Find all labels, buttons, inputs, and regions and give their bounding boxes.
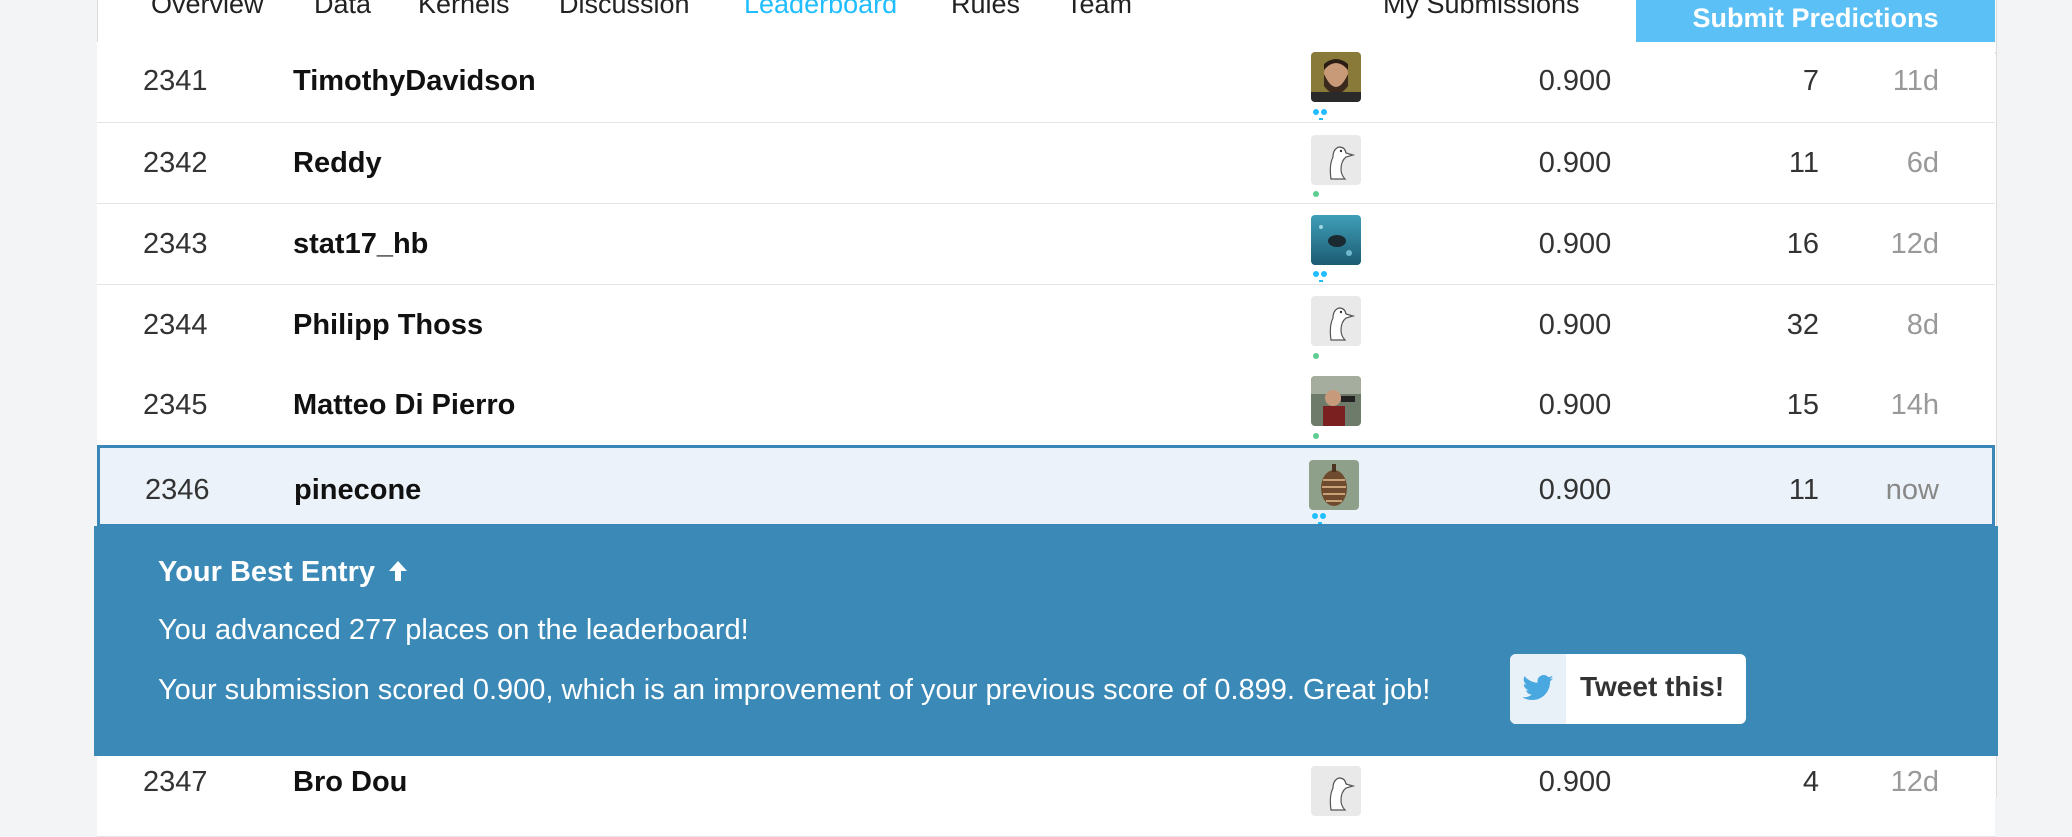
tab-kernels[interactable]: Kernels <box>418 0 510 22</box>
best-entry-banner: Your Best Entry You advanced 277 places … <box>94 526 1998 756</box>
entries-cell: 16 <box>1786 228 1819 260</box>
best-entry-title: Your Best Entry <box>158 556 409 591</box>
avatar[interactable] <box>1311 215 1361 265</box>
goose-avatar-icon[interactable] <box>1311 766 1361 816</box>
improvement-message: Your submission scored 0.900, which is a… <box>158 674 1431 706</box>
tab-rules[interactable]: Rules <box>951 0 1020 22</box>
tier-indicator <box>1313 353 1321 359</box>
avatar[interactable] <box>1311 52 1361 102</box>
score-cell: 0.900 <box>1538 228 1612 260</box>
score-cell: 0.900 <box>1538 474 1612 506</box>
last-submission-cell: 12d <box>1890 228 1939 260</box>
leaderboard-row[interactable]: 2341 TimothyDavidson 0.900 7 11d <box>97 42 1995 123</box>
last-submission-cell: 6d <box>1906 147 1939 179</box>
last-submission-cell: 8d <box>1906 309 1939 341</box>
team-name[interactable]: Reddy <box>293 123 382 203</box>
avatar[interactable] <box>1309 460 1359 510</box>
team-name[interactable]: Matteo Di Pierro <box>293 365 515 445</box>
score-cell: 0.900 <box>1538 309 1612 341</box>
score-cell: 0.900 <box>1538 147 1612 179</box>
score-cell: 0.900 <box>1538 766 1612 798</box>
entries-cell: 7 <box>1802 65 1819 97</box>
tab-overview[interactable]: Overview <box>151 0 264 22</box>
rank-cell: 2346 <box>145 474 210 506</box>
team-name[interactable]: Philipp Thoss <box>293 285 483 365</box>
tier-indicator <box>1313 433 1321 439</box>
tier-indicator <box>1313 109 1329 120</box>
last-submission-cell: 12d <box>1890 766 1939 798</box>
leaderboard-row[interactable]: 2343 stat17_hb 0.900 16 12d <box>97 204 1995 285</box>
last-submission-cell: 11d <box>1892 65 1939 97</box>
entries-cell: 11 <box>1788 147 1819 179</box>
team-name[interactable]: TimothyDavidson <box>293 41 536 121</box>
tweet-button[interactable]: Tweet this! <box>1510 654 1746 724</box>
entries-cell: 32 <box>1786 309 1819 341</box>
entries-cell: 4 <box>1802 766 1819 798</box>
rank-cell: 2344 <box>143 309 208 341</box>
rank-cell: 2342 <box>143 147 208 179</box>
tab-data[interactable]: Data <box>314 0 371 22</box>
tier-indicator <box>1313 191 1321 197</box>
my-leaderboard-row[interactable]: 2346 pinecone 0.900 11 now <box>97 445 1995 527</box>
score-cell: 0.900 <box>1538 389 1612 421</box>
entries-cell: 11 <box>1788 474 1819 506</box>
tab-discussion[interactable]: Discussion <box>559 0 690 22</box>
rank-cell: 2347 <box>143 766 208 798</box>
rank-cell: 2343 <box>143 228 208 260</box>
tier-indicator <box>1312 513 1328 524</box>
tweet-label: Tweet this! <box>1580 671 1725 702</box>
rank-cell: 2341 <box>143 65 208 97</box>
best-entry-title-text: Your Best Entry <box>158 556 376 588</box>
goose-avatar-icon[interactable] <box>1311 135 1361 185</box>
avatar[interactable] <box>1311 376 1361 426</box>
team-name[interactable]: Bro Dou <box>293 742 407 822</box>
tier-indicator <box>1313 271 1329 282</box>
twitter-bird-icon <box>1510 654 1566 724</box>
team-name[interactable]: stat17_hb <box>293 204 428 284</box>
tab-team[interactable]: Team <box>1066 0 1132 22</box>
leaderboard-row[interactable]: 2345 Matteo Di Pierro 0.900 15 14h <box>97 365 1995 446</box>
arrow-up-icon <box>387 558 409 591</box>
leaderboard-row[interactable]: 2342 Reddy 0.900 11 6d <box>97 123 1995 204</box>
my-submissions-link[interactable]: My Submissions <box>1383 0 1580 22</box>
score-cell: 0.900 <box>1538 65 1612 97</box>
leaderboard-row[interactable]: 2347 Bro Dou 0.900 4 12d <box>97 756 1995 837</box>
last-submission-cell: 14h <box>1890 389 1939 421</box>
submit-predictions-label: Submit Predictions <box>1692 3 1939 33</box>
last-submission-cell: now <box>1885 474 1939 506</box>
leaderboard-row[interactable]: 2344 Philipp Thoss 0.900 32 8d <box>97 285 1995 366</box>
entries-cell: 15 <box>1786 389 1819 421</box>
team-name[interactable]: pinecone <box>294 450 421 530</box>
advanced-message: You advanced 277 places on the leaderboa… <box>158 614 749 646</box>
goose-avatar-icon[interactable] <box>1311 296 1361 346</box>
rank-cell: 2345 <box>143 389 208 421</box>
tab-leaderboard[interactable]: Leaderboard <box>744 0 897 22</box>
